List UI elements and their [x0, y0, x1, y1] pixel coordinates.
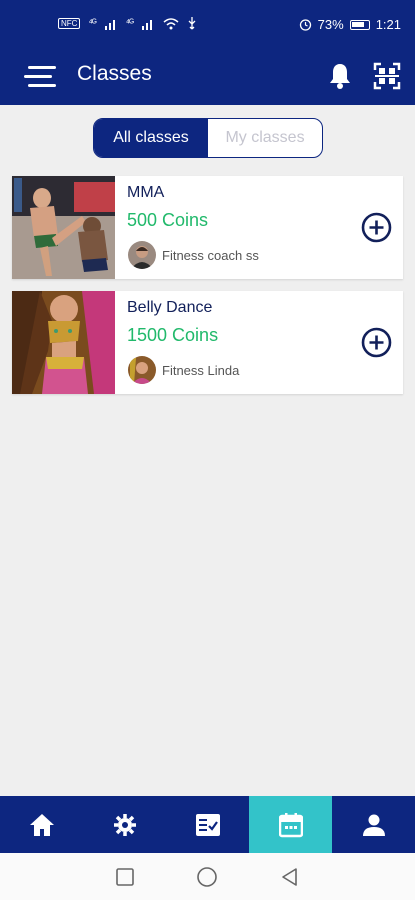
calendar-icon [278, 812, 303, 837]
coach-name: Fitness Linda [162, 363, 240, 378]
battery-icon [349, 19, 370, 30]
nav-profile[interactable] [332, 796, 415, 853]
nav-home[interactable] [0, 796, 83, 853]
bell-icon[interactable] [327, 62, 353, 90]
alarm-icon [299, 19, 311, 31]
signal-icon: ⁴ᴳ [88, 18, 96, 29]
coach-avatar [128, 356, 156, 384]
status-right: 73% 1:21 [299, 17, 401, 32]
class-title: Belly Dance [127, 299, 213, 316]
coach-avatar [128, 241, 156, 269]
back-triangle-icon[interactable] [280, 867, 300, 887]
status-bar: NFC ⁴ᴳ ⁴ᴳ 73% 1:21 [0, 0, 415, 50]
recents-square-icon[interactable] [115, 867, 134, 886]
tab-my-classes[interactable]: My classes [208, 119, 322, 157]
profile-icon [362, 814, 385, 836]
class-price: 1500 Coins [127, 325, 219, 345]
page-title: Classes [77, 62, 152, 85]
class-thumbnail-mma [12, 176, 115, 279]
class-thumbnail-belly-dance [12, 291, 115, 394]
class-price: 500 Coins [127, 210, 209, 230]
nfc-badge: NFC [58, 18, 81, 29]
signal-icon [104, 19, 115, 30]
checklist-icon [195, 813, 220, 836]
status-left: NFC ⁴ᴳ ⁴ᴳ [58, 17, 197, 30]
menu-icon[interactable] [24, 63, 56, 89]
usb-icon [188, 17, 196, 30]
add-circle-icon[interactable] [361, 212, 392, 243]
clock: 1:21 [375, 17, 401, 32]
coach-name: Fitness coach ss [162, 248, 259, 263]
nav-calendar[interactable] [249, 796, 332, 853]
nav-tasks[interactable] [166, 796, 249, 853]
class-filter-toggle: All classes My classes [93, 118, 323, 158]
signal-icon [141, 19, 152, 30]
home-circle-icon[interactable] [196, 866, 218, 888]
class-title: MMA [127, 184, 165, 201]
settings-icon [113, 813, 136, 836]
nav-settings[interactable] [83, 796, 166, 853]
class-card-belly-dance[interactable]: Belly Dance 1500 Coins Fitness Linda [12, 291, 403, 394]
signal-icon-2: ⁴ᴳ [125, 18, 134, 29]
system-nav-bar [0, 853, 415, 900]
class-card-mma[interactable]: MMA 500 Coins Fitness coach ss [12, 176, 403, 279]
add-circle-icon[interactable] [361, 327, 392, 358]
bottom-nav [0, 796, 415, 853]
home-icon [29, 813, 54, 836]
tab-all-classes[interactable]: All classes [94, 119, 208, 157]
battery-percent: 73% [317, 17, 344, 32]
wifi-icon [163, 17, 179, 29]
qr-scan-icon[interactable] [373, 62, 401, 90]
app-bar: Classes [0, 50, 415, 105]
